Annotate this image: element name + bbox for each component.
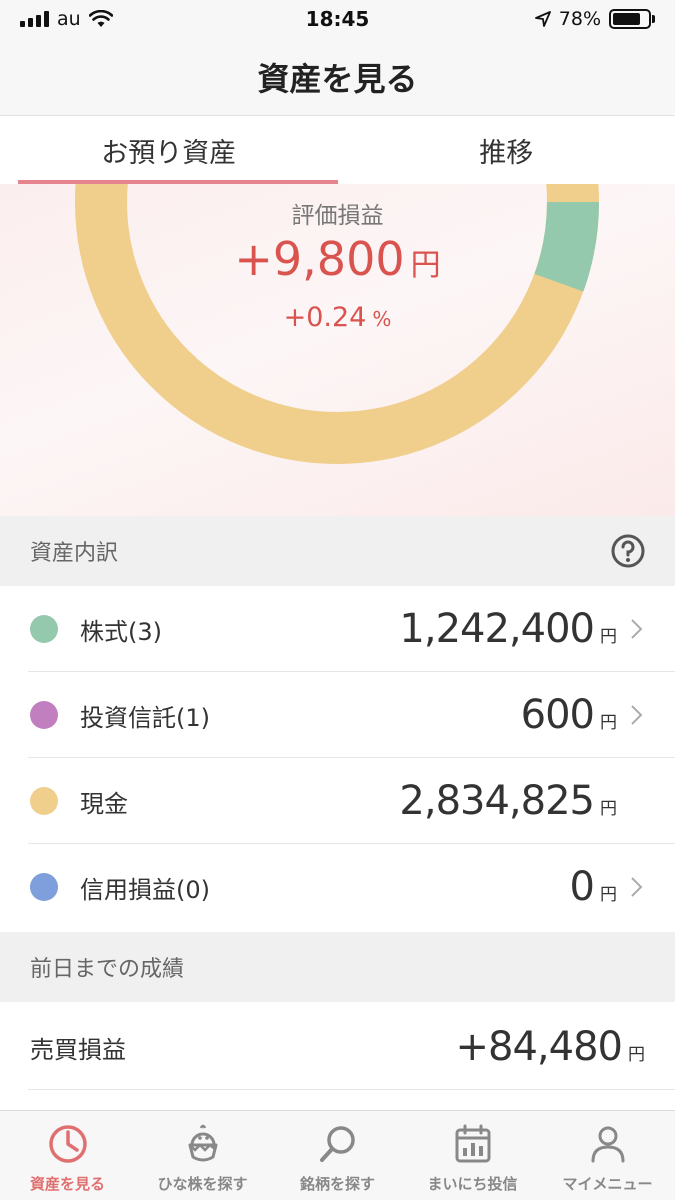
row-value: 2,834,825: [399, 778, 595, 824]
row-label: 売買損益: [30, 1035, 126, 1064]
tab-history[interactable]: 推移: [338, 116, 675, 184]
unrealized-pl-amount: +9,800: [234, 232, 405, 286]
legend-dot: [30, 787, 58, 815]
tab-deposited-assets[interactable]: お預り資産: [0, 116, 338, 184]
unrealized-pl-value: +9,800 円: [0, 232, 675, 286]
breakdown-header-label: 資産内訳: [30, 541, 119, 566]
chevron-right-icon: [617, 876, 657, 898]
row-unit: 円: [628, 1045, 645, 1065]
row-value: 0: [569, 864, 595, 910]
breakdown-row-mutual-funds[interactable]: 投資信託(1) 600 円: [0, 672, 675, 758]
row-label: 現金: [80, 789, 128, 818]
row-label: 株式(3): [80, 617, 162, 646]
row-value: 600: [520, 692, 595, 738]
signal-icon: [20, 11, 49, 27]
page-title: 資産を見る: [257, 59, 418, 98]
asset-summary: 評価損益 +9,800 円 +0.24%: [0, 184, 675, 516]
chevron-right-icon: [617, 618, 657, 640]
carrier-label: au: [57, 8, 81, 30]
legend-dot: [30, 701, 58, 729]
unrealized-pl-percent-unit: %: [372, 307, 392, 331]
row-unit: 円: [600, 713, 617, 733]
navigation-bar: 資産を見る: [0, 38, 675, 116]
tab-find-hinakabu[interactable]: ひな株を探す: [135, 1111, 270, 1200]
performance-header-label: 前日までの成績: [30, 957, 185, 982]
tab-label: 資産を見る: [29, 1175, 105, 1193]
battery-icon: [609, 9, 655, 29]
tab-my-menu[interactable]: マイメニュー: [540, 1111, 675, 1200]
location-arrow-icon: [534, 11, 551, 27]
battery-percent: 78%: [558, 8, 601, 30]
person-icon: [591, 1126, 624, 1163]
chevron-right-icon: [617, 704, 657, 726]
tab-label: 銘柄を探す: [299, 1175, 375, 1193]
breakdown-row-stocks[interactable]: 株式(3) 1,242,400 円: [0, 586, 675, 672]
breakdown-row-cash: 現金 2,834,825 円: [0, 758, 675, 844]
row-unit: 円: [600, 627, 617, 647]
performance-section-header: 前日までの成績: [0, 932, 675, 1002]
tab-label: まいにち投信: [427, 1175, 518, 1193]
breakdown-section-header: 資産内訳: [0, 516, 675, 586]
segment-tabs: お預り資産 推移: [0, 116, 675, 184]
chick-icon: [188, 1124, 217, 1162]
legend-dot: [30, 873, 58, 901]
tab-label: ひな株を探す: [157, 1175, 248, 1193]
pie-chart-icon: [48, 1125, 87, 1163]
row-unit: 円: [600, 799, 617, 819]
breakdown-row-margin-pl[interactable]: 信用損益(0) 0円: [0, 844, 675, 930]
row-label: 信用損益(0): [80, 875, 210, 904]
row-value: 1,242,400: [399, 606, 595, 652]
tab-daily-funds[interactable]: まいにち投信: [405, 1111, 540, 1200]
tab-view-assets[interactable]: 資産を見る: [0, 1111, 135, 1200]
search-icon: [319, 1126, 355, 1162]
calendar-icon: [455, 1124, 490, 1163]
row-label: 投資信託(1): [80, 703, 210, 732]
row-value: +84,480: [455, 1024, 623, 1070]
unrealized-pl-percent: +0.24%: [0, 302, 675, 333]
wifi-icon: [88, 10, 113, 27]
row-unit: 円: [600, 885, 617, 905]
legend-dot: [30, 615, 58, 643]
unrealized-pl-unit: 円: [410, 248, 441, 283]
status-bar: au 18:45 78%: [0, 0, 675, 38]
help-icon[interactable]: [611, 534, 645, 568]
tab-search-stocks[interactable]: 銘柄を探す: [270, 1111, 405, 1200]
bottom-tab-bar: 資産を見る ひな株を探す 銘柄を探す まいにち投信 マイメニュー: [0, 1110, 675, 1200]
performance-row-trading-pl: 売買損益 +84,480 円: [0, 1004, 675, 1090]
unrealized-pl-percent-value: +0.24: [283, 302, 367, 333]
tab-label: マイメニュー: [562, 1175, 653, 1193]
unrealized-pl-label: 評価損益: [291, 203, 384, 229]
